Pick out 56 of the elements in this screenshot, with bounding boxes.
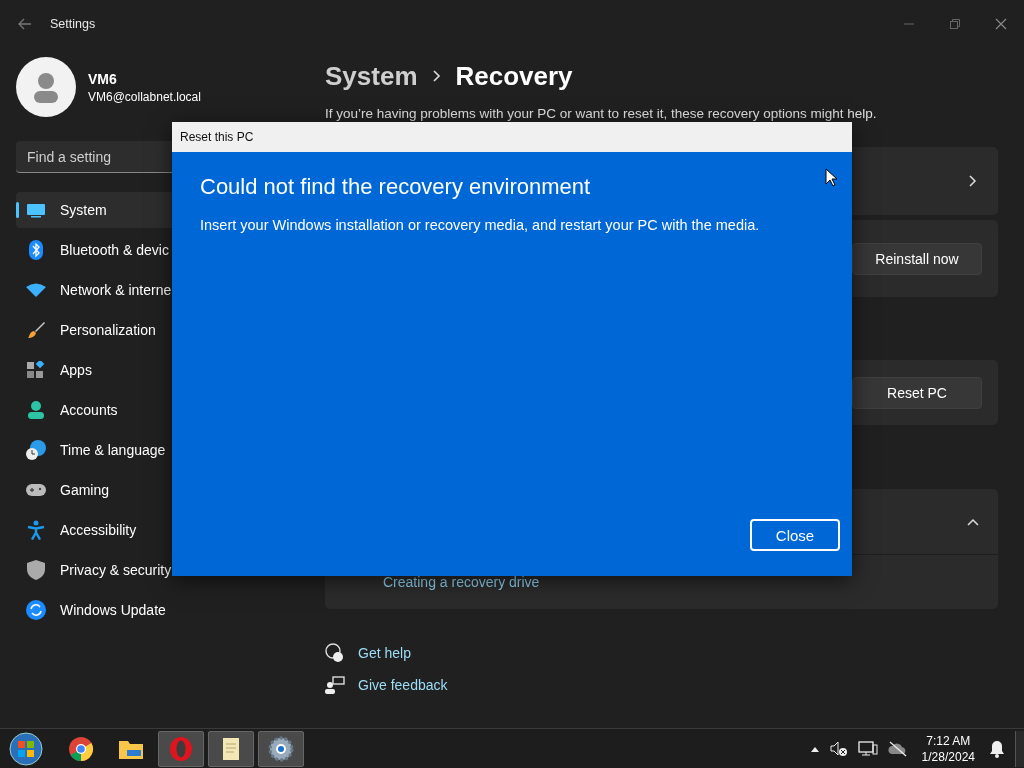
shield-icon [26, 560, 46, 580]
sidebar-item[interactable]: Accessibility [16, 512, 306, 548]
start-button[interactable] [8, 730, 44, 767]
sidebar-item[interactable]: Windows Update [16, 592, 306, 628]
close-button[interactable]: Close [750, 519, 840, 551]
account-name: VM6 [88, 70, 118, 87]
brush-icon [26, 321, 46, 339]
sidebar-item[interactable]: Gaming [16, 472, 306, 508]
footer-link[interactable]: Give feedback [358, 677, 448, 693]
sidebar-item[interactable]: Accounts [16, 392, 306, 428]
recovery-drive-link[interactable]: Creating a recovery drive [383, 574, 540, 590]
sidebar-item[interactable]: Network & interne [16, 272, 306, 308]
sidebar-item[interactable]: Privacy & security [16, 552, 306, 588]
footer-link[interactable]: Get help [358, 645, 411, 661]
sidebar-item[interactable]: Apps [16, 352, 306, 388]
browser-icon [68, 735, 94, 762]
sidebar-item[interactable]: Personalization [16, 312, 306, 348]
gamepad-icon [26, 483, 46, 497]
bell-icon[interactable] [989, 739, 1005, 758]
page-title: Recovery [455, 60, 573, 92]
breadcrumb-parent[interactable]: System [325, 60, 418, 92]
action-button[interactable]: Reinstall now [852, 242, 982, 275]
person-icon [26, 401, 46, 419]
chevron-right-icon [968, 174, 978, 188]
clock-date[interactable]: 1/28/2024 [921, 748, 975, 765]
back-icon[interactable] [18, 18, 32, 30]
clock-time[interactable]: 7:12 AM [926, 732, 971, 749]
maximize-icon[interactable] [949, 18, 961, 30]
apps-icon [26, 361, 46, 379]
action-button[interactable]: Reset PC [852, 376, 982, 409]
volume-muted-icon[interactable] [829, 740, 848, 757]
taskbar-app[interactable] [208, 730, 254, 767]
cloud-off-icon[interactable] [887, 740, 908, 757]
page-description: If you’re having problems with your PC or want to reset it, these recovery options might help. [325, 106, 878, 121]
chevron-up-icon[interactable] [966, 516, 980, 527]
sidebar-item[interactable]: Bluetooth & devic [16, 232, 306, 268]
wifi-icon [26, 283, 46, 297]
monitor-icon [26, 202, 46, 218]
sidebar-item[interactable]: Time & language [16, 432, 306, 468]
taskbar-app[interactable] [258, 730, 304, 767]
update-icon [26, 600, 46, 620]
bluetooth-icon [26, 240, 46, 260]
network-icon[interactable] [857, 739, 878, 758]
ring-icon [168, 735, 194, 762]
close-icon[interactable] [995, 18, 1007, 30]
dialog-title: Reset this PC [180, 130, 254, 144]
cursor-icon [825, 168, 837, 187]
globe-clock-icon [26, 440, 46, 460]
feedback-icon [325, 676, 345, 694]
account-email: VM6@collabnet.local [88, 89, 201, 104]
chevron-right-icon [431, 69, 442, 83]
scroll-icon [220, 735, 242, 762]
gear-icon [268, 735, 294, 762]
accessibility-icon [26, 520, 46, 540]
avatar-icon [16, 57, 76, 117]
window-title: Settings [50, 17, 96, 31]
